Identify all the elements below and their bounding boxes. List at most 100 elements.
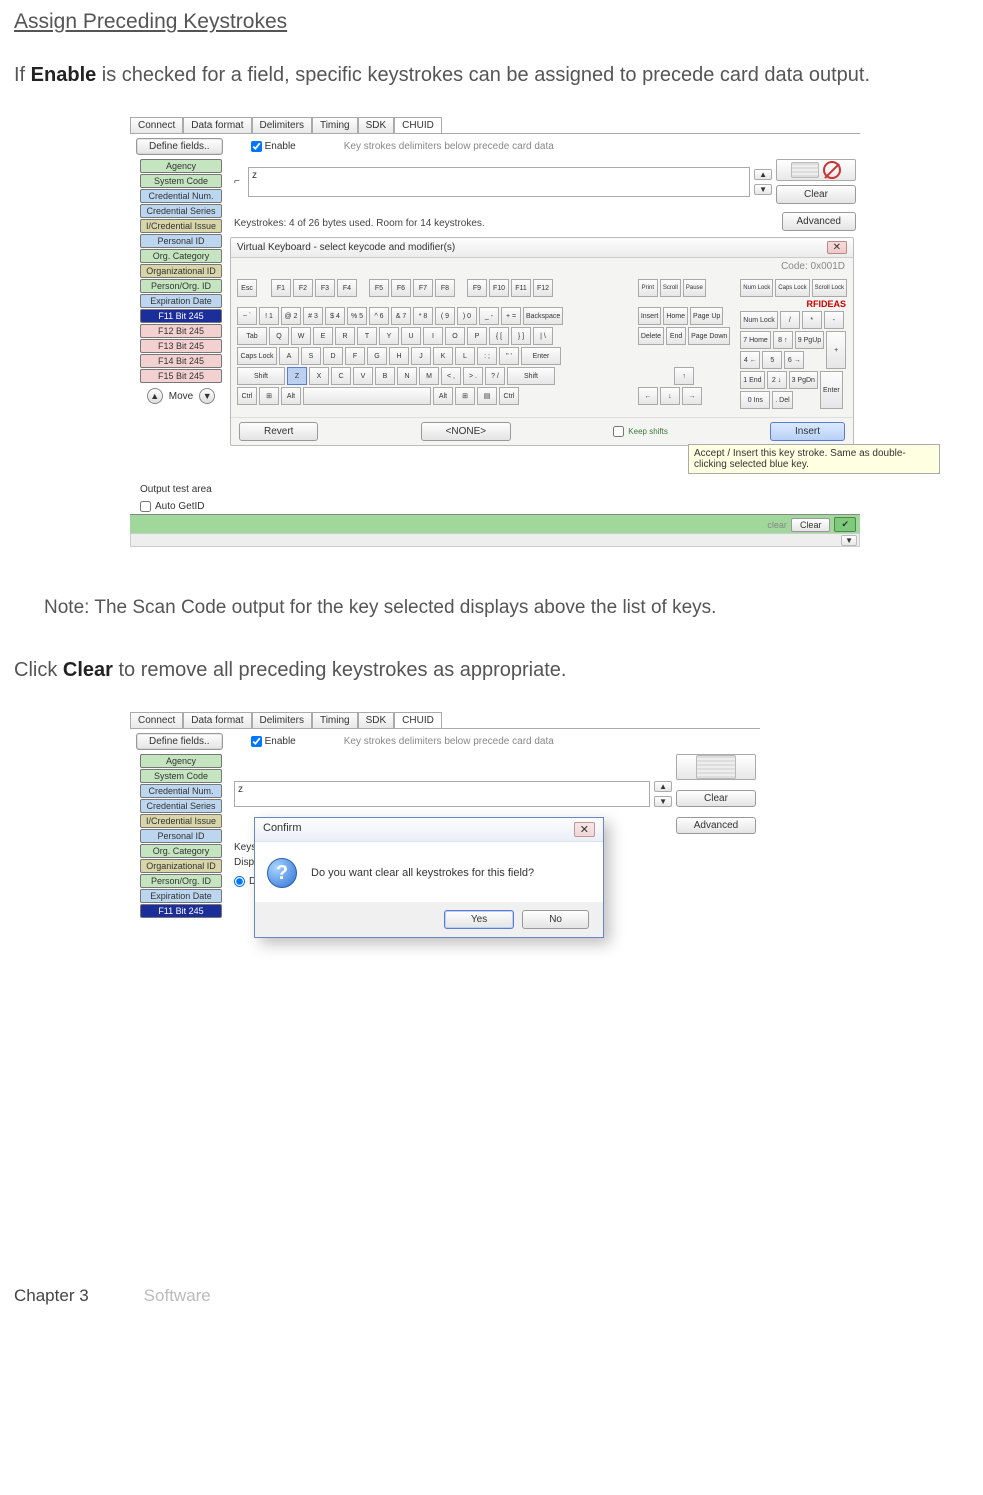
key-num6[interactable]: 6 → [784,351,804,369]
clear-button-2[interactable]: Clear [676,790,756,807]
key[interactable]: U [401,327,421,345]
key[interactable]: ~ ` [237,307,257,325]
key-num7[interactable]: 7 Home [740,331,771,349]
key-num1[interactable]: 1 End [740,371,764,389]
keyboard-icon-box[interactable] [676,754,756,780]
field-expiration-date[interactable]: Expiration Date [140,294,222,308]
field-credential-series[interactable]: Credential Series [140,204,222,218]
key-up[interactable]: ↑ [674,367,694,385]
field-agency[interactable]: Agency [140,159,222,173]
key-numlock[interactable]: Num Lock [740,311,778,329]
key-f12[interactable]: F12 [533,279,553,297]
key-down[interactable]: ↓ [660,387,680,405]
bottom-scrollbar[interactable]: ▼ [130,533,860,547]
key[interactable]: * 8 [413,307,433,325]
revert-button[interactable]: Revert [239,422,318,441]
clear-button[interactable]: Clear [776,185,856,204]
key[interactable]: ⊞ [259,387,279,405]
key[interactable]: | \ [533,327,553,345]
key[interactable]: Alt [433,387,453,405]
key-esc[interactable]: Esc [237,279,257,297]
field-system-code[interactable]: System Code [140,174,222,188]
key-num8[interactable]: 8 ↑ [773,331,793,349]
key[interactable]: % 5 [347,307,367,325]
key-f5[interactable]: F5 [369,279,389,297]
key[interactable]: G [367,347,387,365]
key-f6[interactable]: F6 [391,279,411,297]
field-f15[interactable]: F15 Bit 245 [140,369,222,383]
decimal-radio[interactable] [234,876,245,887]
keystroke-display[interactable]: z [248,167,750,197]
key[interactable]: K [433,347,453,365]
define-fields-button-2[interactable]: Define fields.. [136,733,223,750]
key-num9[interactable]: 9 PgUp [795,331,824,349]
key[interactable]: @ 2 [281,307,301,325]
key-num3[interactable]: 3 PgDn [789,371,818,389]
key[interactable]: ) 0 [457,307,477,325]
key[interactable]: W [291,327,311,345]
key[interactable]: ▤ [477,387,497,405]
key-insert[interactable]: Insert [638,307,662,325]
key[interactable]: Enter [521,347,561,365]
key-num2[interactable]: 2 ↓ [767,371,787,389]
field-item[interactable]: I/Credential Issue [140,814,222,828]
key-printscreen[interactable]: Print [638,279,658,297]
move-up-button[interactable]: ▲ [147,388,163,404]
key-f8[interactable]: F8 [435,279,455,297]
key-f1[interactable]: F1 [271,279,291,297]
field-item[interactable]: Agency [140,754,222,768]
key-f9[interactable]: F9 [467,279,487,297]
key[interactable]: $ 4 [325,307,345,325]
key[interactable]: Tab [237,327,267,345]
field-organizational-id[interactable]: Organizational ID [140,264,222,278]
field-item[interactable]: Org. Category [140,844,222,858]
key-pagedown[interactable]: Page Down [688,327,730,345]
tab-chuid-2[interactable]: CHUID [394,712,442,728]
key[interactable]: B [375,367,395,385]
none-button[interactable]: <NONE> [421,422,512,441]
key-home[interactable]: Home [663,307,688,325]
key-left[interactable]: ← [638,387,658,405]
scroll-up[interactable]: ▲ [754,169,772,180]
key[interactable]: > . [463,367,483,385]
key[interactable]: < , [441,367,461,385]
keep-shifts-checkbox-wrap[interactable]: Keep shifts [613,426,668,437]
keep-shifts-checkbox[interactable] [613,426,624,437]
key[interactable] [303,387,431,405]
auto-getid-checkbox[interactable] [140,501,151,512]
move-down-button[interactable]: ▼ [199,388,215,404]
key[interactable]: N [397,367,417,385]
key[interactable]: Shift [237,367,285,385]
key-numdot[interactable]: . Del [772,391,792,409]
key[interactable]: Q [269,327,289,345]
enable-checkbox-wrap-2[interactable]: Enable [251,736,296,747]
field-person-org-id[interactable]: Person/Org. ID [140,279,222,293]
key[interactable]: Alt [281,387,301,405]
key[interactable]: Shift [507,367,555,385]
scroll-down-2[interactable]: ▼ [654,796,672,807]
define-fields-button[interactable]: Define fields.. [136,138,223,155]
key[interactable]: F [345,347,365,365]
key[interactable]: " ' [499,347,519,365]
key[interactable]: E [313,327,333,345]
key[interactable]: Z [287,367,307,385]
field-f11[interactable]: F11 Bit 245 [140,309,222,323]
keystroke-display-2[interactable]: z [234,781,650,807]
key[interactable]: ? / [485,367,505,385]
key-f11[interactable]: F11 [511,279,531,297]
key[interactable]: ^ 6 [369,307,389,325]
insert-button[interactable]: Insert [770,422,845,441]
tab-delimiters[interactable]: Delimiters [252,117,312,133]
advanced-button-2[interactable]: Advanced [676,817,756,834]
enable-checkbox[interactable] [251,141,262,152]
key-right[interactable]: → [682,387,702,405]
key-pageup[interactable]: Page Up [690,307,723,325]
key-f10[interactable]: F10 [489,279,509,297]
tab-sdk-2[interactable]: SDK [358,712,395,728]
key-numenter[interactable]: Enter [820,371,843,409]
field-f13[interactable]: F13 Bit 245 [140,339,222,353]
key-end[interactable]: End [666,327,686,345]
key[interactable]: & 7 [391,307,411,325]
key[interactable]: V [353,367,373,385]
tab-connect[interactable]: Connect [130,117,183,133]
